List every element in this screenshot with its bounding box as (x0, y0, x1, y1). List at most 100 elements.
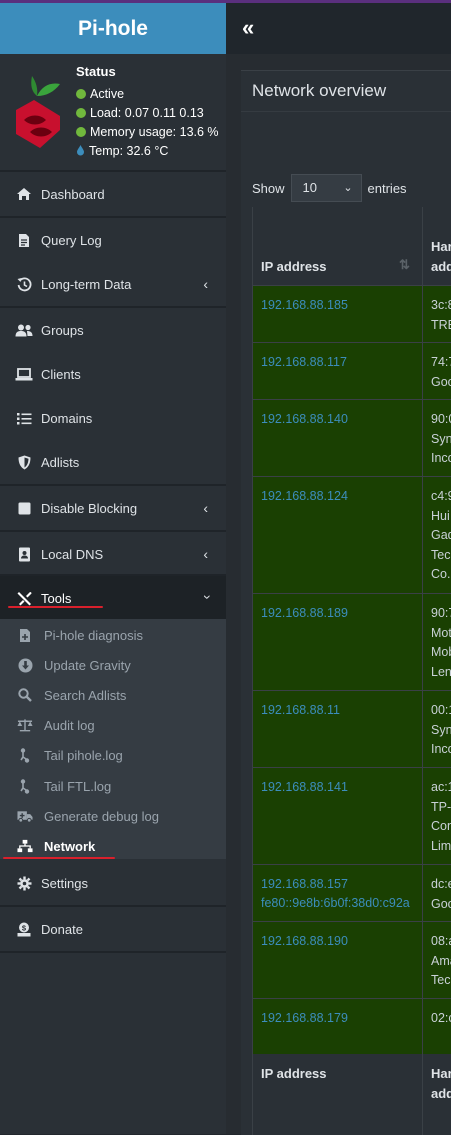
table-row[interactable]: 192.168.88.11 00:1 Syn Inco (253, 691, 451, 768)
list-icon (15, 410, 33, 426)
hardware-address-line: ac:1 (431, 780, 451, 794)
nav-donate[interactable]: $ Donate (0, 907, 226, 951)
table-row[interactable]: 192.168.88.124 c4:9 Hui Gad Tec Co., (253, 477, 451, 594)
nav-query-log-label: Query Log (41, 232, 102, 248)
submenu-tail-ftl-log[interactable]: Tail FTL.log (0, 771, 226, 801)
hardware-address-line: 08:a (431, 934, 451, 948)
column-divider (422, 922, 423, 998)
ip-address-link[interactable]: 192.168.88.124 (261, 487, 348, 506)
submenu-audit-log[interactable]: Audit log (0, 710, 226, 740)
temperature-drop-icon (77, 145, 84, 156)
submenu-generate-debug-log[interactable]: Generate debug log (0, 801, 226, 831)
submenu-pihole-diagnosis-label: Pi-hole diagnosis (44, 627, 144, 643)
hardware-address-line: Mot (431, 625, 451, 640)
submenu-pihole-diagnosis[interactable]: Pi-hole diagnosis (0, 620, 226, 650)
submenu-tail-pihole-log-label: Tail pihole.log (44, 747, 123, 763)
hardware-address-line: Co., (431, 567, 451, 581)
nav-local-dns[interactable]: Local DNS ‹ (0, 532, 226, 576)
hardware-address-cell: 02:c (431, 1009, 451, 1029)
nav-dashboard[interactable]: Dashboard (0, 172, 226, 216)
column-divider (422, 999, 423, 1055)
status-dot-icon (76, 127, 86, 137)
nav-dashboard-label: Dashboard (41, 186, 105, 202)
hardware-address-line: Inco (431, 451, 451, 465)
network-overview-box: Network overview Show 10 ⌄ entries IP ad… (241, 70, 451, 1135)
list-ul-icon (17, 778, 33, 794)
ip-address-link[interactable]: 192.168.88.189 (261, 604, 348, 623)
balance-scale-icon (17, 717, 33, 733)
network-table: IP address ⇅ Har add 192.168.88.185 3c:8 TR… (252, 207, 451, 1135)
nav-groups[interactable]: Groups (0, 308, 226, 352)
hardware-address-cell: 00:1 Syn Inco (431, 701, 451, 760)
app-title[interactable]: Pi-hole (0, 3, 226, 54)
table-row[interactable]: 192.168.88.117 74:7 Goo (253, 343, 451, 400)
table-row[interactable]: 192.168.88.140 90:0 Syn Inco (253, 400, 451, 477)
submenu-search-adlists[interactable]: Search Adlists (0, 680, 226, 710)
chevron-left-icon: ‹ (203, 500, 208, 516)
column-header-ip[interactable]: IP address (261, 259, 327, 274)
ip-address-link[interactable]: 192.168.88.185 (261, 296, 348, 315)
ip-address-link[interactable]: 192.168.88.11 (261, 701, 340, 720)
sidebar-toggle-icon[interactable]: « (242, 15, 254, 41)
hardware-address-line: Goo (431, 374, 451, 389)
hardware-address-line: TRE (431, 317, 451, 332)
submenu-update-gravity[interactable]: Update Gravity (0, 650, 226, 680)
table-row[interactable]: 192.168.88.141 ac:1 TP- Con Lim (253, 768, 451, 865)
hardware-address-line: Gad (431, 528, 451, 542)
nav-adlists-label: Adlists (41, 454, 80, 470)
hardware-address-line: 02:c (431, 1011, 451, 1025)
sort-icon[interactable]: ⇅ (399, 257, 410, 273)
status-load-text: Load: 0.07 0.11 0.13 (90, 106, 204, 120)
status-panel: Status Active Load: 0.07 0.11 0.13 Memor… (0, 54, 226, 170)
column-divider (422, 865, 423, 921)
nav-clients[interactable]: Clients (0, 352, 226, 396)
hardware-address-line: Hui (431, 508, 450, 523)
submenu-tail-pihole-log[interactable]: Tail pihole.log (0, 740, 226, 770)
nav-domains[interactable]: Domains (0, 396, 226, 440)
nav-tools[interactable]: Tools ‹ (0, 576, 226, 620)
gear-icon (15, 875, 33, 891)
ip-address-link[interactable]: 192.168.88.179 (261, 1009, 348, 1028)
ip-address-link[interactable]: 192.168.88.190 (261, 932, 348, 951)
nav-settings[interactable]: Settings (0, 861, 226, 905)
footer-ip: IP address (261, 1066, 327, 1081)
submenu-generate-debug-log-label: Generate debug log (44, 808, 159, 824)
table-row[interactable]: 192.168.88.190 08:a Ama Tec (253, 922, 451, 999)
table-row[interactable]: 192.168.88.179 02:c (253, 999, 451, 1056)
hardware-address-cell: ac:1 TP- Con Lim (431, 778, 451, 856)
table-header: IP address ⇅ Har add (253, 207, 451, 286)
submenu-tail-ftl-log-label: Tail FTL.log (44, 778, 112, 794)
column-header-hardware-line1: Har (431, 239, 451, 254)
hardware-address-line: 90:0 (431, 412, 451, 426)
column-divider (422, 477, 423, 593)
nav-clients-label: Clients (41, 366, 81, 382)
box-header: Network overview (241, 71, 451, 112)
ip-address-link[interactable]: 192.168.88.141 (261, 778, 348, 797)
nav-query-log[interactable]: Query Log (0, 218, 226, 262)
status-active-text: Active (90, 87, 125, 101)
column-header-hardware[interactable]: Har add (431, 237, 451, 277)
table-row[interactable]: 192.168.88.157 fe80::9e8b:6b0f:38d0:c92a… (253, 865, 451, 922)
pihole-logo-icon (16, 76, 60, 148)
page-title: Network overview (252, 81, 387, 100)
file-icon (15, 232, 33, 248)
submenu-update-gravity-label: Update Gravity (44, 657, 131, 673)
ip-address-link[interactable]: 192.168.88.117 (261, 353, 347, 372)
search-icon (17, 687, 33, 703)
hardware-address-line: Goo (431, 896, 451, 911)
tools-submenu: Pi-hole diagnosis Update Gravity Search … (0, 619, 226, 859)
column-divider (422, 594, 423, 690)
table-row[interactable]: 192.168.88.185 3c:8 TRE (253, 286, 451, 343)
ip-address-link[interactable]: 192.168.88.140 (261, 410, 348, 429)
nav-adlists[interactable]: Adlists (0, 440, 226, 484)
column-divider (422, 286, 423, 342)
top-navbar: « (226, 3, 451, 54)
ip-address-link[interactable]: 192.168.88.157 fe80::9e8b:6b0f:38d0:c92a (261, 875, 410, 913)
nav-long-term-data[interactable]: Long-term Data ‹ (0, 262, 226, 306)
nav-disable-blocking[interactable]: Disable Blocking ‹ (0, 486, 226, 530)
entries-select[interactable]: 10 ⌄ (290, 174, 362, 202)
table-row[interactable]: 192.168.88.189 90:7 Mot Mob Len (253, 594, 451, 691)
chevron-down-icon: ⌄ (343, 182, 353, 194)
status-title: Status (76, 64, 116, 79)
hardware-address-line: Syn (431, 431, 451, 446)
